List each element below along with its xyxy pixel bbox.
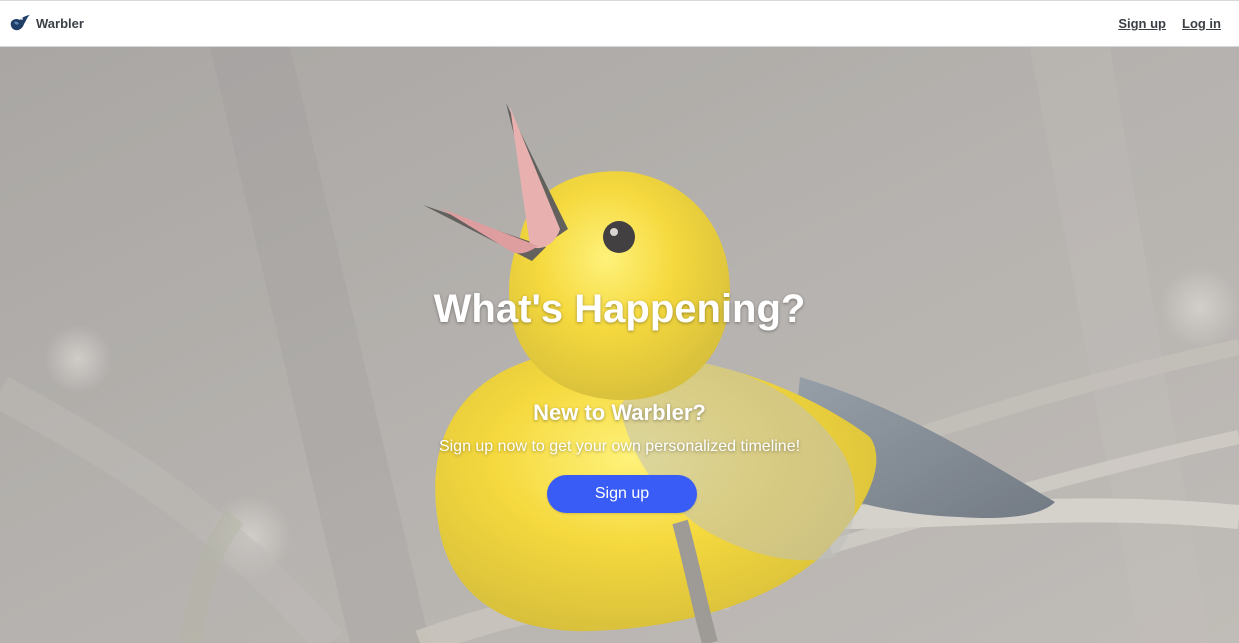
brand-link[interactable]: Warbler bbox=[9, 14, 84, 33]
signup-link[interactable]: Sign up bbox=[1118, 16, 1166, 31]
hero-description: Sign up now to get your own personalized… bbox=[438, 438, 801, 455]
navbar: Warbler Sign up Log in bbox=[0, 0, 1239, 47]
hero-title: What's Happening? bbox=[433, 287, 806, 331]
nav-links: Sign up Log in bbox=[1118, 16, 1221, 31]
hero-section: What's Happening? New to Warbler? Sign u… bbox=[0, 47, 1239, 643]
hero-content: What's Happening? New to Warbler? Sign u… bbox=[0, 47, 1239, 643]
login-link[interactable]: Log in bbox=[1182, 16, 1221, 31]
hero-signup-button[interactable]: Sign up bbox=[547, 475, 697, 513]
hero-subtitle: New to Warbler? bbox=[533, 400, 706, 425]
brand-name: Warbler bbox=[36, 16, 84, 31]
warbler-logo-icon bbox=[10, 14, 30, 31]
